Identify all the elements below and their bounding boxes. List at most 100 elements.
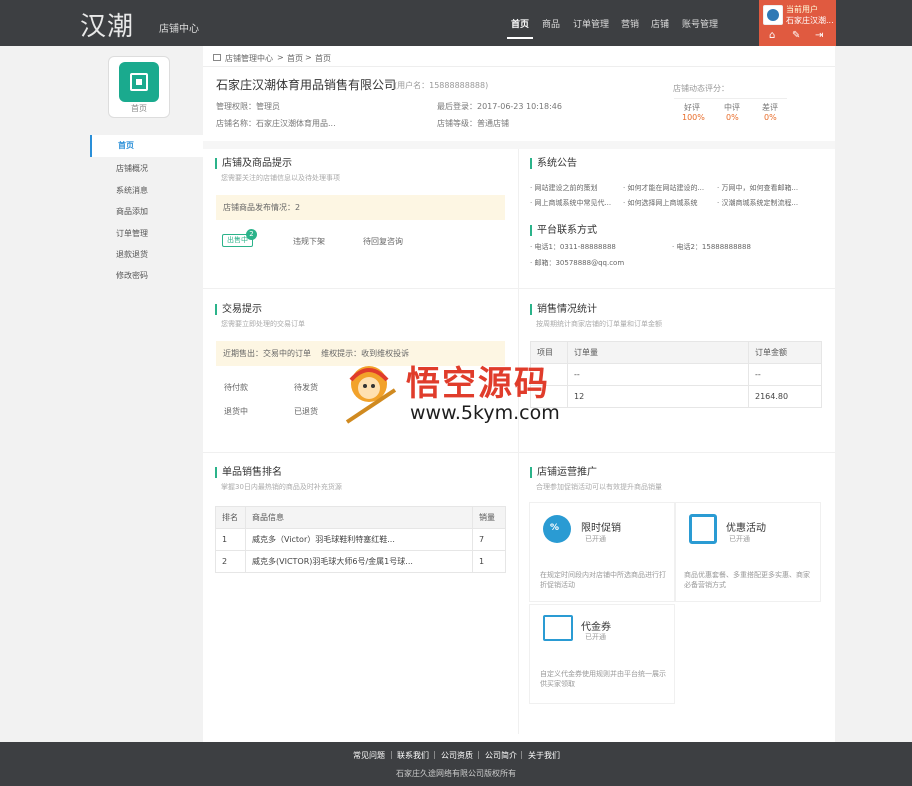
breadcrumb-root[interactable]: 店铺管理中心: [225, 53, 273, 64]
rating-value-bad: 0%: [764, 113, 777, 122]
nav-active-indicator: [507, 37, 533, 39]
footer-link-contact[interactable]: 联系我们: [397, 750, 429, 761]
wrench-icon[interactable]: ✎: [792, 30, 800, 41]
rating-title: 店铺动态评分：: [673, 84, 729, 93]
announcement-item[interactable]: · 网上商城系统中常见代...: [530, 198, 611, 208]
divider: [203, 288, 835, 289]
nav-home[interactable]: 首页: [511, 17, 529, 30]
user-avatar[interactable]: [763, 5, 783, 25]
announcement-item[interactable]: · 万网中，如何查看邮箱...: [717, 183, 798, 193]
table-header: 销量: [472, 506, 506, 529]
promo-name: 优惠活动: [726, 523, 766, 534]
divider: [674, 98, 787, 99]
announcement-item[interactable]: · 如何才能在网站建设的...: [623, 183, 704, 193]
logo[interactable]: 汉潮: [80, 6, 134, 43]
table-cell: --: [567, 363, 749, 386]
nav-marketing[interactable]: 营销: [621, 17, 639, 30]
shop-icon: [213, 54, 221, 61]
gift-box-icon: [689, 514, 717, 544]
username: (用户名：15888888888): [394, 81, 489, 90]
product-link[interactable]: 威克多（Victor）羽毛球鞋利特塞红鞋...: [245, 528, 473, 551]
shop-goods-title: 店铺及商品提示: [215, 158, 292, 169]
promo-name: 代金券: [581, 622, 611, 633]
nav-goods[interactable]: 商品: [542, 17, 560, 30]
announcement-item[interactable]: · 网站建设之前的策划: [530, 183, 597, 193]
section-gap: [203, 141, 835, 149]
trade-title: 交易提示: [215, 304, 262, 315]
trade-subtitle: 您需要立即处理的交易订单: [221, 320, 305, 328]
shop-goods-subtitle: 您需要关注的店铺信息以及待处理事项: [221, 174, 340, 182]
footer-link-about-us[interactable]: 关于我们: [528, 750, 560, 761]
table-row: -- --: [530, 363, 822, 386]
role: 管理权限：管理员: [216, 102, 280, 111]
pending-reply-link[interactable]: 待回复咨询: [363, 236, 403, 247]
shop-icon-label: 首页: [131, 104, 147, 113]
breadcrumb-sep: >: [277, 53, 284, 62]
table-cell: 1: [472, 550, 506, 573]
sidebar-item-home[interactable]: 首页: [90, 135, 203, 157]
table-row[interactable]: 1 威克多（Victor）羽毛球鞋利特塞红鞋... 7: [215, 528, 506, 551]
footer-separator: |: [433, 750, 436, 759]
sidebar-item-orders[interactable]: 订单管理: [90, 223, 203, 245]
breadcrumb-current: 首页: [315, 54, 331, 63]
announcement-title: 系统公告: [530, 158, 577, 169]
sidebar-item-password[interactable]: 修改密码: [90, 265, 203, 287]
returned-link[interactable]: 已退货: [294, 406, 318, 417]
sales-stats-table: 项目 订单量 订单金额 -- -- 12 2164.80: [530, 341, 822, 408]
rating-label-neutral: 中评: [724, 103, 740, 112]
table-cell: 2: [215, 550, 246, 573]
sidebar-item-messages[interactable]: 系统消息: [90, 180, 203, 202]
column-divider: [518, 149, 519, 734]
footer-link-about-company[interactable]: 公司简介: [485, 750, 517, 761]
promo-desc: 在规定时间段内对店铺中所选商品进行打折促销活动: [540, 571, 666, 589]
table-cell: 2164.80: [748, 385, 822, 408]
table-row[interactable]: 2 威克多(VICTOR)羽毛球大师6号/金属1号球... 1: [215, 550, 506, 573]
contact-phone1: · 电话1：0311-88888888: [530, 243, 616, 251]
breadcrumb-home[interactable]: 首页: [287, 53, 303, 64]
footer-link-qualification[interactable]: 公司资质: [441, 750, 473, 761]
footer-separator: |: [520, 750, 523, 759]
nav-orders[interactable]: 订单管理: [573, 17, 609, 30]
shop-home-icon: [119, 62, 159, 102]
contact-phone2: · 电话2：15888888888: [672, 243, 751, 251]
sidebar-item-add-goods[interactable]: 商品添加: [90, 201, 203, 223]
company-name: 石家庄汉潮体育用品销售有限公司: [216, 78, 397, 92]
rating-label-bad: 差评: [762, 103, 778, 112]
watermark-title: 悟空源码: [406, 364, 550, 404]
table-cell: 1: [215, 528, 246, 551]
shop-name: 店铺名称：石家庄汉潮体育用品...: [216, 119, 336, 128]
announcement-item[interactable]: · 汉潮商城系统定制流程...: [717, 198, 798, 208]
last-login: 最后登录：2017-06-23 10:18:46: [437, 102, 562, 111]
logout-icon[interactable]: ⇥: [815, 30, 823, 41]
contact-title: 平台联系方式: [530, 225, 597, 236]
user-box: 当前用户 石家庄汉潮... ⌂ ✎ ⇥: [759, 0, 836, 46]
violation-link[interactable]: 违规下架: [293, 236, 325, 247]
table-cell: 12: [567, 385, 749, 408]
nav-account[interactable]: 账号管理: [682, 17, 718, 30]
table-row: 12 2164.80: [530, 385, 822, 408]
table-header: 订单金额: [748, 341, 822, 364]
sidebar-item-overview[interactable]: 店铺概况: [90, 158, 203, 180]
pending-shipment-link[interactable]: 待发货: [294, 382, 318, 393]
returning-link[interactable]: 退货中: [224, 406, 248, 417]
announcement-item[interactable]: · 如何选择网上商城系统: [623, 198, 697, 208]
discount-icon: %: [543, 515, 571, 543]
user-name[interactable]: 石家庄汉潮...: [786, 15, 834, 26]
divider: [203, 452, 835, 453]
promotion-subtitle: 合理参加促销活动可以有效提升商品销量: [536, 483, 662, 491]
footer: [0, 742, 912, 786]
promotion-title: 店铺运营推广: [530, 467, 597, 478]
ranking-table: 排名 商品信息 销量 1 威克多（Victor）羽毛球鞋利特塞红鞋... 7 2…: [215, 506, 506, 573]
nav-shop[interactable]: 店铺: [651, 17, 669, 30]
home-icon[interactable]: ⌂: [769, 30, 775, 41]
promo-name: 限时促销: [581, 523, 621, 534]
table-cell: 7: [472, 528, 506, 551]
footer-link-faq[interactable]: 常见问题: [353, 750, 385, 761]
pending-payment-link[interactable]: 待付款: [224, 382, 248, 393]
table-cell: --: [748, 363, 822, 386]
sidebar-item-refunds[interactable]: 退款退货: [90, 244, 203, 266]
sales-stats-title: 销售情况统计: [530, 304, 597, 315]
product-link[interactable]: 威克多(VICTOR)羽毛球大师6号/金属1号球...: [245, 550, 473, 573]
table-header: 商品信息: [245, 506, 473, 529]
ranking-subtitle: 掌握30日内最热销的商品及时补充货源: [221, 483, 342, 491]
